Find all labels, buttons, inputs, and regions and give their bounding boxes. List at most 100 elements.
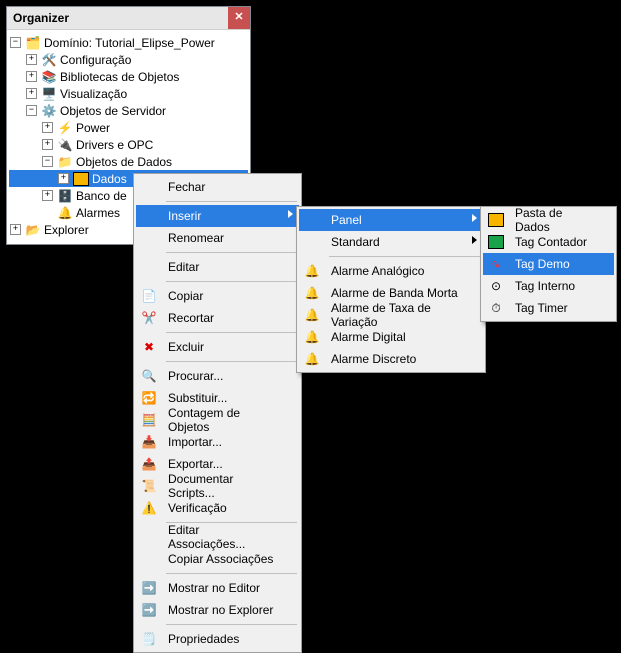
- menu-panel[interactable]: Panel: [299, 209, 483, 231]
- data-folder-icon: [488, 212, 504, 228]
- menu-alarme-discreto[interactable]: 🔔Alarme Discreto: [299, 348, 483, 370]
- menu-fechar[interactable]: Fechar: [136, 176, 299, 198]
- menu-label: Tag Contador: [515, 235, 587, 249]
- menu-label: Editar Associações...: [168, 523, 277, 551]
- tree-label: Visualização: [60, 87, 131, 101]
- alarm-icon: 🔔: [304, 329, 320, 345]
- menu-label: Copiar Associações: [168, 552, 273, 566]
- menu-copiar[interactable]: 📄Copiar: [136, 285, 299, 307]
- menu-label: Recortar: [168, 311, 214, 325]
- config-icon: 🛠️: [41, 52, 57, 68]
- menu-cpassoc[interactable]: Copiar Associações: [136, 548, 299, 570]
- menu-label: Importar...: [168, 435, 222, 449]
- menu-props[interactable]: 🗒️ Propriedades: [136, 628, 299, 650]
- demo-icon: ∿: [488, 256, 504, 272]
- submenu-arrow-icon: [288, 210, 293, 218]
- menu-alarme-digital[interactable]: 🔔 Alarme Digital: [299, 326, 483, 348]
- timer-icon: ⏱: [488, 300, 504, 316]
- expand-icon[interactable]: +: [26, 54, 37, 65]
- menu-label: Mostrar no Explorer: [168, 603, 273, 617]
- find-icon: 🔍: [141, 368, 157, 384]
- library-icon: 📚: [41, 69, 57, 85]
- expand-icon[interactable]: +: [10, 224, 21, 235]
- collapse-icon[interactable]: −: [42, 156, 53, 167]
- tree-row-config[interactable]: + 🛠️ Configuração: [9, 51, 248, 68]
- menu-label: Procurar...: [168, 369, 223, 383]
- menu-label: Propriedades: [168, 632, 239, 646]
- verify-icon: ⚠️: [141, 500, 157, 516]
- menu-excluir[interactable]: ✖Excluir: [136, 336, 299, 358]
- context-menu: Fechar Inserir Renomear Editar 📄Copiar ✂…: [133, 173, 302, 653]
- menu-mostrar-editor[interactable]: ➡️Mostrar no Editor: [136, 577, 299, 599]
- menu-label: Substituir...: [168, 391, 227, 405]
- domain-icon: 🗂️: [25, 35, 41, 51]
- panel-titlebar: Organizer ✕: [7, 7, 250, 30]
- menu-tag-interno[interactable]: ⊙Tag Interno: [483, 275, 614, 297]
- count-icon: 🧮: [141, 412, 157, 428]
- tree-label: Alarmes: [76, 206, 124, 220]
- delete-icon: ✖: [141, 339, 157, 355]
- tree-label: Power: [76, 121, 114, 135]
- expand-icon[interactable]: +: [26, 88, 37, 99]
- menu-separator: [166, 573, 297, 574]
- menu-label: Alarme Discreto: [331, 352, 416, 366]
- menu-label: Exportar...: [168, 457, 223, 471]
- drivers-icon: 🔌: [57, 137, 73, 153]
- power-icon: ⚡: [57, 120, 73, 136]
- menu-procurar[interactable]: 🔍 Procurar...: [136, 365, 299, 387]
- menu-standard[interactable]: Standard: [299, 231, 483, 253]
- menu-mostrar-explorer[interactable]: ➡️ Mostrar no Explorer: [136, 599, 299, 621]
- tree-row-drivers[interactable]: + 🔌 Drivers e OPC: [9, 136, 248, 153]
- tree-row-bibl[interactable]: + 📚 Bibliotecas de Objetos: [9, 68, 248, 85]
- menu-pasta-dados[interactable]: Pasta de Dados: [483, 209, 614, 231]
- explorer-icon: ➡️: [141, 602, 157, 618]
- submenu-arrow-icon: [472, 214, 477, 222]
- tree-row-visual[interactable]: + 🖥️ Visualização: [9, 85, 248, 102]
- menu-editar[interactable]: Editar: [136, 256, 299, 278]
- internal-icon: ⊙: [488, 278, 504, 294]
- gear-icon: ⚙️: [41, 103, 57, 119]
- cut-icon: ✂️: [141, 310, 157, 326]
- menu-verificacao[interactable]: ⚠️Verificação: [136, 497, 299, 519]
- menu-importar[interactable]: 📥Importar...: [136, 431, 299, 453]
- menu-alarme-analogico[interactable]: 🔔Alarme Analógico: [299, 260, 483, 282]
- menu-contagem[interactable]: 🧮Contagem de Objetos: [136, 409, 299, 431]
- tree-row-root[interactable]: − 🗂️ Domínio: Tutorial_Elipse_Power: [9, 34, 248, 51]
- menu-separator: [166, 361, 297, 362]
- expand-icon[interactable]: +: [26, 71, 37, 82]
- props-icon: 🗒️: [141, 631, 157, 647]
- menu-tag-contador[interactable]: Tag Contador: [483, 231, 614, 253]
- menu-renomear[interactable]: Renomear: [136, 227, 299, 249]
- menu-separator: [166, 252, 297, 253]
- menu-tag-timer[interactable]: ⏱ Tag Timer: [483, 297, 614, 319]
- menu-label: Copiar: [168, 289, 203, 303]
- menu-label: Mostrar no Editor: [168, 581, 260, 595]
- tree-row-objdados[interactable]: − 📁 Objetos de Dados: [9, 153, 248, 170]
- collapse-icon[interactable]: −: [10, 37, 21, 48]
- menu-label: Alarme de Banda Morta: [331, 286, 458, 300]
- collapse-icon[interactable]: −: [26, 105, 37, 116]
- expand-icon[interactable]: +: [42, 139, 53, 150]
- expand-icon[interactable]: +: [42, 190, 53, 201]
- close-button[interactable]: ✕: [228, 7, 250, 29]
- tree-row-servidor[interactable]: − ⚙️ Objetos de Servidor: [9, 102, 248, 119]
- menu-edassoc[interactable]: Editar Associações...: [136, 526, 299, 548]
- menu-separator: [329, 256, 481, 257]
- menu-inserir[interactable]: Inserir: [136, 205, 299, 227]
- tree-label: Dados: [92, 172, 131, 186]
- tree-row-power[interactable]: + ⚡ Power: [9, 119, 248, 136]
- menu-label: Alarme Digital: [331, 330, 406, 344]
- expand-icon[interactable]: +: [42, 122, 53, 133]
- expand-icon[interactable]: +: [58, 173, 69, 184]
- script-icon: 📜: [141, 478, 157, 494]
- menu-alarme-taxa-variacao[interactable]: 🔔Alarme de Taxa de Variação: [299, 304, 483, 326]
- menu-separator: [166, 332, 297, 333]
- menu-docscripts[interactable]: 📜Documentar Scripts...: [136, 475, 299, 497]
- tree-label: Bibliotecas de Objetos: [60, 70, 183, 84]
- menu-label: Tag Timer: [515, 301, 568, 315]
- explorer-icon: 📂: [25, 222, 41, 238]
- menu-recortar[interactable]: ✂️ Recortar: [136, 307, 299, 329]
- tree-label: Banco de: [76, 189, 131, 203]
- menu-tag-demo[interactable]: ∿Tag Demo: [483, 253, 614, 275]
- folder-icon: 📁: [57, 154, 73, 170]
